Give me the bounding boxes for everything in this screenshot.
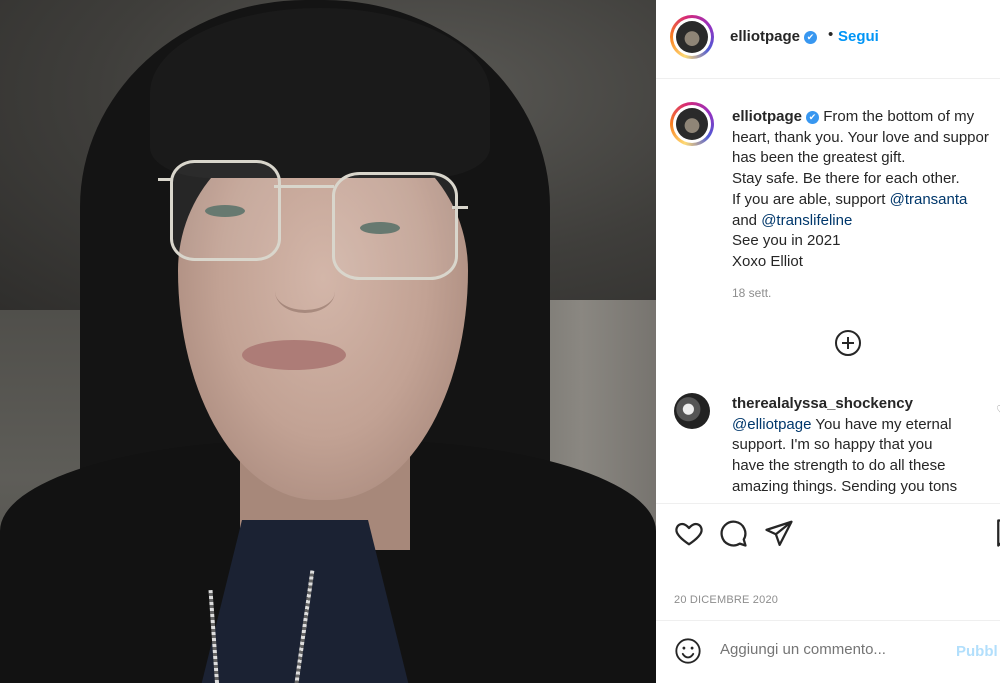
heart-icon[interactable] bbox=[674, 518, 704, 548]
verified-badge-icon: ✔ bbox=[806, 111, 820, 124]
comment-text: therealalyssa_shockency @elliotpage You … bbox=[732, 394, 957, 498]
comment-line: have the strength to do all these bbox=[732, 457, 946, 475]
comment-line: You have my eternal bbox=[811, 415, 952, 433]
comment-bubble-icon[interactable] bbox=[718, 518, 748, 548]
comment-line: support. I'm so happy that you bbox=[732, 436, 933, 454]
comment-line: amazing things. Sending you tons bbox=[732, 477, 958, 495]
author-username-row: elliotpage ✔ bbox=[730, 28, 818, 45]
comment-item: therealalyssa_shockency @elliotpage You … bbox=[656, 388, 1000, 503]
plus-circle-icon[interactable] bbox=[835, 330, 861, 356]
comment-mention-link[interactable]: @elliotpage bbox=[732, 416, 811, 433]
post-actions: 20 DICEMBRE 2020 bbox=[656, 503, 1000, 606]
caption-username[interactable]: elliotpage bbox=[732, 108, 802, 125]
caption-line: See you in 2021 bbox=[732, 232, 841, 250]
post-header: elliotpage ✔ • Segui bbox=[656, 0, 1000, 79]
paper-plane-icon[interactable] bbox=[764, 518, 794, 548]
separator-dot: • bbox=[828, 26, 834, 43]
commenter-avatar[interactable] bbox=[674, 393, 710, 429]
caption-text: elliotpage ✔ From the bottom of my heart,… bbox=[732, 107, 1000, 273]
bookmark-icon[interactable] bbox=[992, 518, 1000, 548]
caption-line: heart, thank you. Your love and suppor bbox=[732, 128, 989, 146]
caption-line: From the bottom of my bbox=[823, 108, 975, 125]
comment-input[interactable] bbox=[720, 641, 950, 658]
add-comment-bar: Pubbl bbox=[656, 620, 1000, 684]
post-photo[interactable] bbox=[0, 0, 656, 683]
mention-link-translifeline[interactable]: @translifeline bbox=[761, 212, 852, 229]
caption-timestamp[interactable]: 18 sett. bbox=[732, 286, 771, 300]
caption-line: Stay safe. Be there for each other. bbox=[732, 170, 960, 188]
caption-line: has been the greatest gift. bbox=[732, 149, 906, 167]
post-side-panel: elliotpage ✔ • Segui elliotpage ✔ From the… bbox=[656, 0, 1000, 683]
post-date[interactable]: 20 DICEMBRE 2020 bbox=[674, 594, 778, 606]
caption-line: and bbox=[732, 211, 762, 229]
comment-like-heart-icon[interactable]: ♡ bbox=[996, 403, 1000, 417]
publish-button[interactable]: Pubbl bbox=[956, 643, 998, 660]
follow-button[interactable]: Segui bbox=[838, 28, 879, 45]
mention-link-transanta[interactable]: @transanta bbox=[890, 191, 968, 208]
author-avatar[interactable] bbox=[670, 15, 714, 59]
caption-line: If you are able, support bbox=[732, 190, 890, 208]
verified-badge-icon: ✔ bbox=[804, 31, 818, 44]
commenter-username[interactable]: therealalyssa_shockency bbox=[732, 395, 913, 412]
caption-line: Xoxo Elliot bbox=[732, 252, 803, 270]
author-username[interactable]: elliotpage bbox=[730, 28, 800, 45]
smiley-icon[interactable] bbox=[674, 637, 702, 665]
caption-avatar[interactable] bbox=[670, 102, 714, 146]
